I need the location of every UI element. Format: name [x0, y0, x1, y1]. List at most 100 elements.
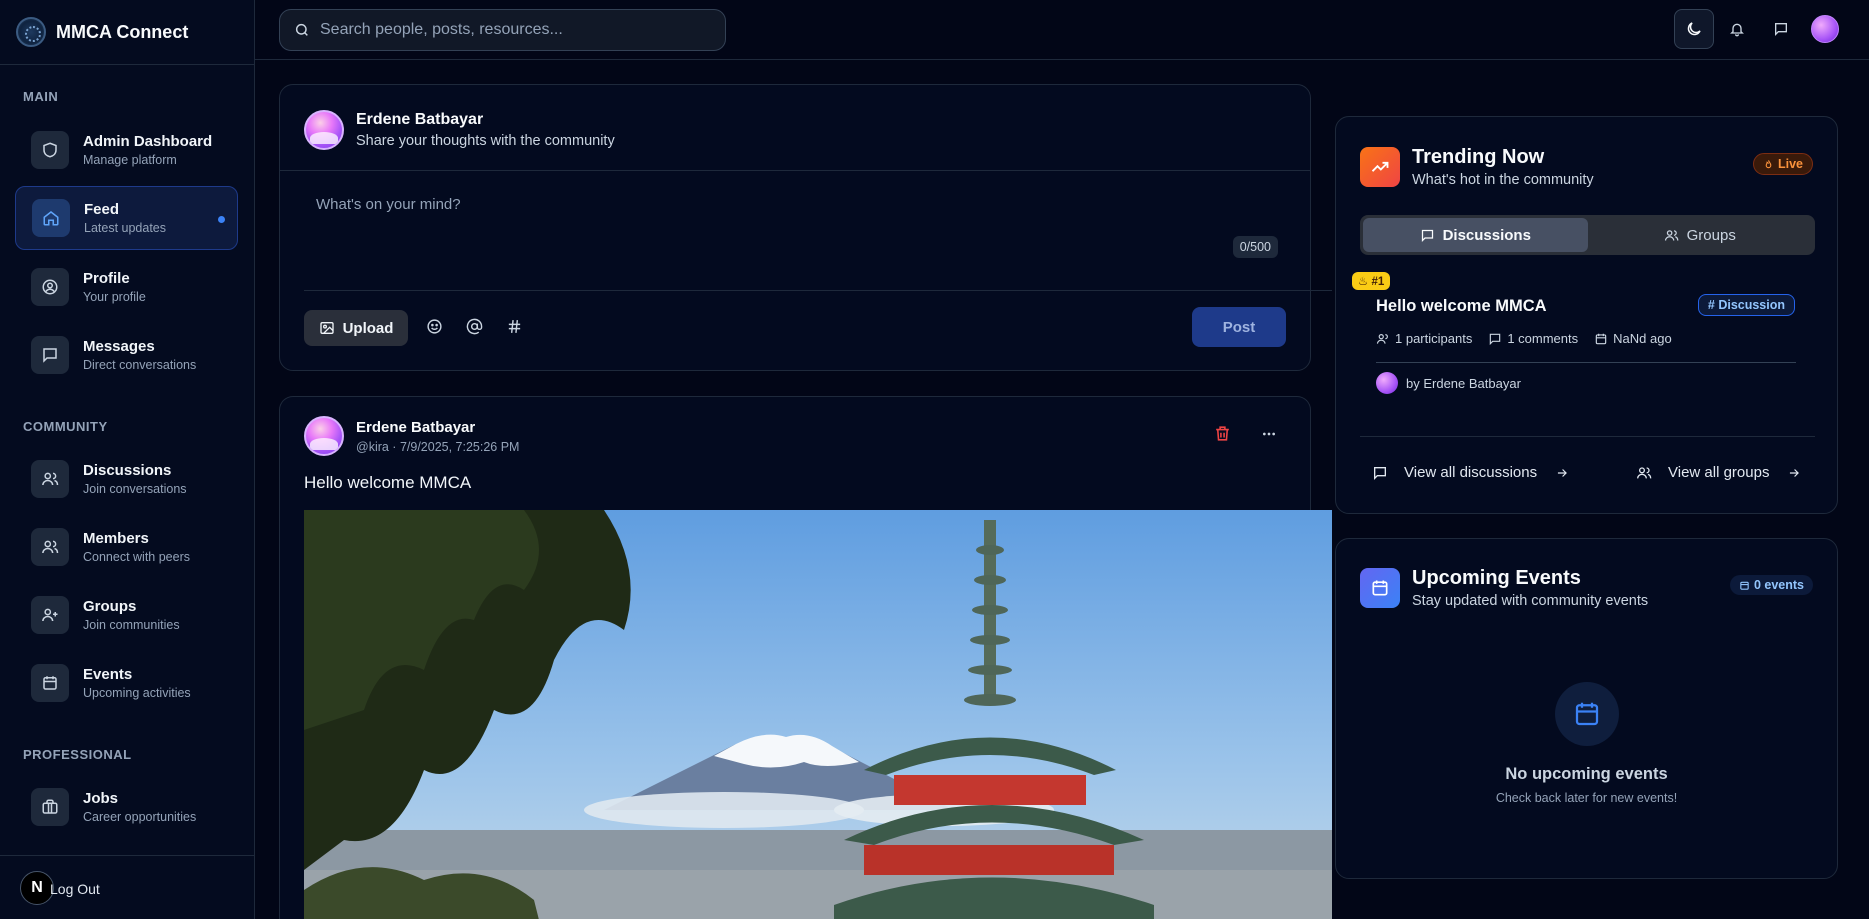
- messages-button[interactable]: [1761, 9, 1801, 49]
- post-text: Hello welcome MMCA: [304, 473, 472, 492]
- discussion-title[interactable]: Hello welcome MMCA: [1376, 297, 1547, 316]
- sidebar-item-subtitle: Manage platform: [83, 153, 177, 167]
- discussion-author-label: by Erdene Batbayar: [1406, 375, 1521, 391]
- avatar[interactable]: [304, 416, 344, 456]
- sidebar-item-messages[interactable]: Messages Direct conversations: [15, 323, 238, 387]
- hashtag-icon: #: [1707, 298, 1715, 312]
- divider: [1360, 436, 1815, 437]
- user-avatar[interactable]: [1811, 15, 1839, 43]
- message-icon: [1488, 332, 1502, 346]
- discussion-author[interactable]: by Erdene Batbayar: [1376, 372, 1521, 394]
- sidebar-item-title: Admin Dashboard: [83, 133, 213, 150]
- view-all-groups-link[interactable]: View all groups: [1636, 464, 1809, 481]
- logout-button[interactable]: Log Out: [50, 881, 100, 897]
- sidebar-item-jobs[interactable]: Jobs Career opportunities: [15, 775, 238, 839]
- avatar: [1376, 372, 1398, 394]
- users-icon: [1664, 228, 1679, 243]
- sidebar: MMCA Connect MAIN Admin Dashboard Manage…: [0, 0, 255, 919]
- live-label: Live: [1777, 157, 1803, 171]
- n-badge[interactable]: N: [20, 871, 54, 905]
- users-icon: [31, 460, 69, 498]
- calendar-icon: [1360, 568, 1400, 608]
- brand[interactable]: MMCA Connect: [0, 0, 254, 65]
- events-title: Upcoming Events: [1412, 567, 1581, 589]
- upload-button[interactable]: Upload: [304, 310, 408, 346]
- brand-name: MMCA Connect: [56, 21, 189, 42]
- active-indicator-dot: [218, 216, 225, 223]
- divider: [1376, 362, 1796, 363]
- user-plus-icon: [31, 596, 69, 634]
- rank-badge: ♨ #1: [1352, 272, 1391, 290]
- sidebar-item-events[interactable]: Events Upcoming activities: [15, 651, 238, 715]
- mention-icon[interactable]: [466, 318, 483, 340]
- moon-icon: [1685, 20, 1703, 38]
- view-all-groups-label: View all groups: [1668, 464, 1770, 481]
- empty-events-title: No upcoming events: [1505, 765, 1668, 783]
- app-root: MMCA Connect MAIN Admin Dashboard Manage…: [0, 0, 1869, 919]
- sidebar-footer: N Log Out: [0, 855, 255, 919]
- comments-count: 1 comments: [1507, 331, 1579, 346]
- post-text-input[interactable]: What's on your mind?: [316, 196, 461, 213]
- sidebar-item-subtitle: Connect with peers: [83, 550, 191, 564]
- avatar: [304, 110, 344, 150]
- message-icon: [1420, 228, 1435, 243]
- trending-tabs: Discussions Groups: [1360, 215, 1815, 255]
- shield-icon: [31, 131, 69, 169]
- sidebar-item-profile[interactable]: Profile Your profile: [15, 255, 238, 319]
- sidebar-item-discussions[interactable]: Discussions Join conversations: [15, 447, 238, 511]
- sidebar-item-subtitle: Career opportunities: [83, 810, 197, 824]
- live-badge: Live: [1752, 153, 1813, 175]
- events-panel: Upcoming Events Stay updated with commun…: [1335, 538, 1838, 879]
- trending-panel: Trending Now What's hot in the community…: [1335, 116, 1838, 514]
- post-image[interactable]: [304, 510, 1332, 919]
- brand-logo-icon: [16, 17, 46, 47]
- discussion-badge: # Discussion: [1697, 294, 1795, 316]
- user-circle-icon: [31, 268, 69, 306]
- sidebar-item-members[interactable]: Members Connect with peers: [15, 515, 238, 579]
- post-meta: @kira · 7/9/2025, 7:25:26 PM: [356, 439, 520, 454]
- participants-count: 1 participants: [1395, 331, 1473, 346]
- char-count: 0/500: [1232, 236, 1278, 258]
- search-box[interactable]: [279, 9, 726, 51]
- discussion-meta: 1 participants 1 comments NaNd ago: [1376, 331, 1688, 346]
- sidebar-item-title: Groups: [83, 598, 137, 615]
- sidebar-item-subtitle: Direct conversations: [83, 358, 197, 372]
- trending-title: Trending Now: [1412, 146, 1545, 168]
- post-button[interactable]: Post: [1192, 307, 1286, 347]
- tab-groups[interactable]: Groups: [1588, 218, 1813, 252]
- search-input[interactable]: [320, 21, 700, 39]
- flame-icon: [1763, 159, 1774, 170]
- bell-icon: [1729, 21, 1745, 37]
- tab-label: Discussions: [1442, 226, 1531, 244]
- sidebar-item-subtitle: Latest updates: [84, 221, 167, 235]
- events-count-badge: 0 events: [1729, 575, 1813, 595]
- emoji-icon[interactable]: [426, 318, 443, 340]
- sidebar-item-title: Jobs: [83, 790, 119, 807]
- events-subtitle: Stay updated with community events: [1412, 593, 1649, 609]
- sidebar-item-title: Discussions: [83, 462, 172, 479]
- view-all-discussions-link[interactable]: View all discussions: [1372, 464, 1577, 481]
- trending-subtitle: What's hot in the community: [1412, 172, 1594, 188]
- calendar-icon: [31, 664, 69, 702]
- section-community: COMMUNITY: [23, 419, 108, 434]
- theme-toggle-button[interactable]: [1674, 9, 1714, 49]
- post-card: Erdene Batbayar @kira · 7/9/2025, 7:25:2…: [279, 396, 1332, 919]
- more-options-icon[interactable]: [1260, 426, 1278, 447]
- arrow-right-icon: [1555, 466, 1569, 480]
- sidebar-item-subtitle: Your profile: [83, 290, 146, 304]
- discussion-time: NaNd ago: [1613, 331, 1672, 346]
- tab-discussions[interactable]: Discussions: [1363, 218, 1588, 252]
- notifications-button[interactable]: [1717, 9, 1757, 49]
- sidebar-item-title: Profile: [83, 270, 130, 287]
- sidebar-item-title: Messages: [83, 338, 155, 355]
- view-all-discussions-label: View all discussions: [1404, 464, 1538, 481]
- sidebar-item-admin-dashboard[interactable]: Admin Dashboard Manage platform: [15, 118, 238, 182]
- sidebar-item-groups[interactable]: Groups Join communities: [15, 583, 238, 647]
- sidebar-item-feed[interactable]: Feed Latest updates: [15, 186, 238, 250]
- divider: [280, 170, 1310, 171]
- section-main: MAIN: [23, 89, 59, 104]
- section-professional: PROFESSIONAL: [23, 747, 132, 762]
- trash-icon[interactable]: [1213, 424, 1232, 448]
- hashtag-icon[interactable]: [506, 318, 523, 340]
- post-author[interactable]: Erdene Batbayar: [356, 419, 519, 436]
